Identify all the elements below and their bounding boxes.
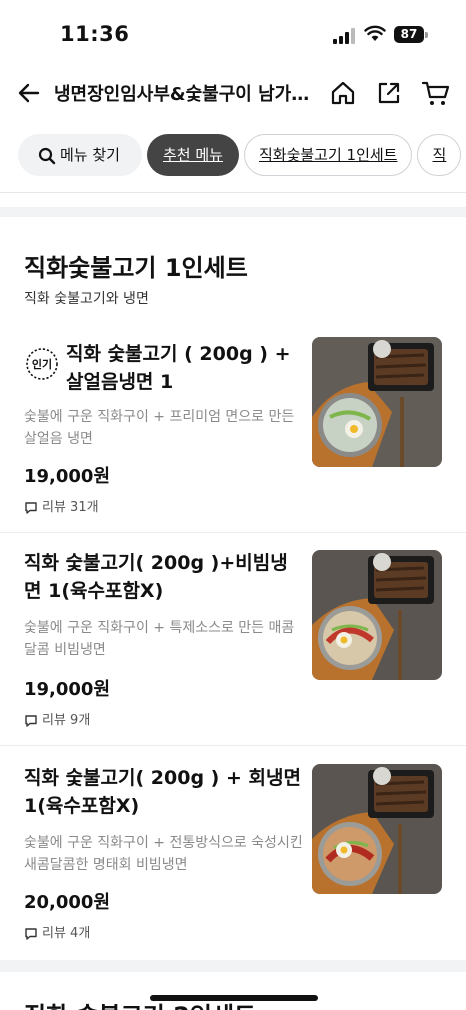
divider	[0, 192, 466, 193]
menu-item-name: 직화 숯불고기( 200g ) + 회냉면 1(육수포함X)	[24, 767, 301, 817]
cart-icon[interactable]	[420, 78, 452, 108]
menu-item-photo	[312, 337, 442, 467]
home-icon[interactable]	[328, 78, 358, 108]
menu-item-name: 직화 숯불고기( 200g )+비빔냉면 1(육수포함X)	[24, 552, 288, 602]
menu-item-description: 숯불에 구운 직화구이 + 프리미엄 면으로 만든 살얼음 냉면	[24, 409, 295, 447]
review-count-text: 리뷰 31개	[42, 500, 99, 515]
section-gap	[0, 207, 466, 217]
chip-category-1person-set[interactable]: 직화숯불고기 1인세트	[243, 134, 413, 176]
menu-item-price: 20,000원	[24, 892, 111, 913]
menu-item-description: 숯불에 구운 직화구이 + 전통방식으로 숙성시킨 새콤달콤한 명태회 비빔냉면	[24, 835, 303, 873]
menu-item[interactable]: 직화 숯불고기( 200g )+비빔냉면 1(육수포함X) 숯불에 구운 직화구…	[0, 533, 466, 745]
wifi-icon	[364, 25, 386, 41]
popular-badge-label: 인기	[32, 357, 52, 371]
menu-item[interactable]: 인기 직화 숯불고기 ( 200g ) + 살얼음냉면 1 숯불에 구운 직화구…	[0, 322, 466, 532]
menu-item-price: 19,000원	[24, 679, 111, 700]
menu-item[interactable]: 직화 숯불고기( 200g ) + 회냉면 1(육수포함X) 숯불에 구운 직화…	[0, 746, 466, 958]
popular-badge: 인기	[26, 348, 58, 380]
store-title: 냉면장인임사부&숯불구이 남가…	[54, 84, 310, 105]
status-bar: 11:36 87	[0, 0, 466, 62]
menu-item-name: 직화 숯불고기 ( 200g ) + 살얼음냉면 1	[66, 343, 291, 393]
status-time: 11:36	[60, 22, 130, 46]
chip-category-next[interactable]: 직	[417, 134, 462, 176]
menu-item-review-count: 리뷰 9개	[24, 709, 90, 728]
battery-icon: 87	[394, 24, 428, 44]
share-icon[interactable]	[374, 78, 404, 108]
section-title: 직화숯불고기 1인세트	[24, 254, 248, 282]
chip-recommended-menu[interactable]: 추천 메뉴	[147, 134, 239, 176]
section-description: 직화 숯불고기와 냉면	[24, 291, 149, 307]
menu-item-review-count: 리뷰 31개	[24, 496, 99, 515]
cellular-signal-icon	[333, 28, 355, 44]
battery-level: 87	[394, 26, 424, 43]
menu-search-label: 메뉴 찾기	[60, 146, 120, 164]
menu-item-photo	[312, 550, 442, 680]
comment-icon	[25, 927, 37, 940]
review-count-text: 리뷰 4개	[42, 926, 91, 941]
menu-item-photo	[312, 764, 442, 894]
comment-icon	[25, 714, 37, 727]
menu-item-price: 19,000원	[24, 466, 111, 487]
menu-search-chip[interactable]: 메뉴 찾기	[18, 134, 142, 176]
section-gap	[0, 960, 466, 972]
top-navigation: 냉면장인임사부&숯불구이 남가…	[0, 68, 466, 120]
home-indicator[interactable]	[150, 995, 318, 1001]
back-arrow-icon[interactable]	[14, 78, 44, 108]
review-count-text: 리뷰 9개	[42, 713, 91, 728]
menu-item-review-count: 리뷰 4개	[24, 922, 90, 941]
search-icon	[38, 147, 56, 164]
menu-item-description: 숯불에 구운 직화구이 + 특제소스로 만든 매콤달콤 비빔냉면	[24, 620, 295, 658]
menu-category-chips: 메뉴 찾기 추천 메뉴 직화숯불고기 1인세트 직	[18, 134, 466, 176]
comment-icon	[25, 501, 37, 514]
